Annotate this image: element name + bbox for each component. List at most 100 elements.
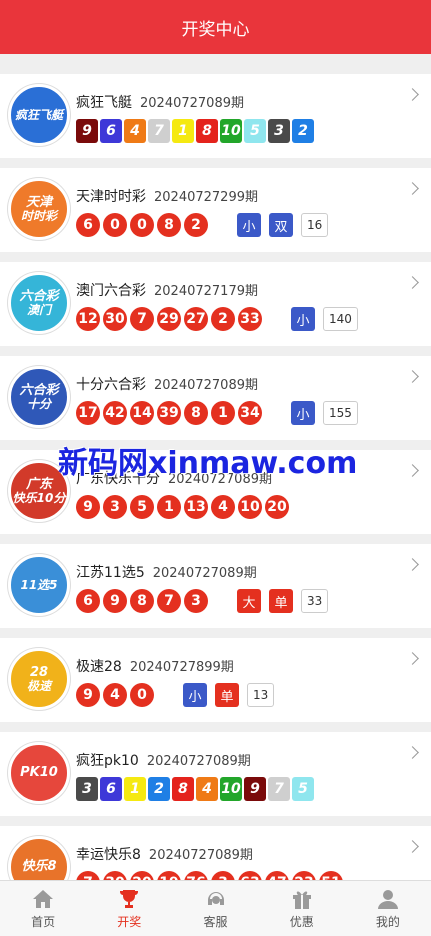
result-tag: 小 xyxy=(237,213,261,237)
lottery-card[interactable]: 疯狂飞艇 疯狂飞艇 20240727089期 9 6 4 7 1 8 10 5 3 2 xyxy=(0,74,431,158)
result-number: 1 xyxy=(211,401,235,425)
result-tag: 小 xyxy=(291,401,315,425)
lottery-logo: 11选5 xyxy=(8,554,70,616)
tab-label: 客服 xyxy=(203,914,228,929)
result-number: 4 xyxy=(103,683,127,707)
result-number: 6 xyxy=(100,777,122,801)
lottery-title-row: 疯狂pk10 20240727089期 xyxy=(76,750,251,770)
chevron-right-icon[interactable] xyxy=(406,88,419,101)
result-number: 10 xyxy=(220,119,242,143)
lottery-logo-line1: 广东 xyxy=(25,476,52,492)
lottery-card[interactable]: 28 极速 极速28 20240727899期 9 4 0 小单 13 xyxy=(0,638,431,722)
lottery-card[interactable]: 11选5 江苏11选5 20240727089期 6 9 8 7 3 大单 33 xyxy=(0,544,431,628)
lottery-logo-line2: 时时彩 xyxy=(20,208,57,223)
tab-label: 开奖 xyxy=(117,914,142,929)
result-number: 7 xyxy=(130,307,154,331)
chevron-right-icon[interactable] xyxy=(406,746,419,759)
chevron-right-icon[interactable] xyxy=(406,276,419,289)
result-number: 6 xyxy=(76,213,100,237)
lottery-title-row: 天津时时彩 20240727299期 xyxy=(76,186,258,206)
result-number: 9 xyxy=(244,777,266,801)
chevron-right-icon[interactable] xyxy=(406,840,419,853)
result-number: 12 xyxy=(76,307,100,331)
lottery-title-row: 幸运快乐8 20240727089期 xyxy=(76,844,253,864)
chevron-right-icon[interactable] xyxy=(406,558,419,571)
lottery-issue: 20240727089期 xyxy=(146,754,251,769)
lottery-title-row: 疯狂飞艇 20240727089期 xyxy=(76,92,244,112)
result-number: 2 xyxy=(211,307,235,331)
lottery-card[interactable]: PK10 疯狂pk10 20240727089期 3 6 1 2 8 4 10 9 7 5 xyxy=(0,732,431,816)
result-tag: 16 xyxy=(301,213,329,237)
lottery-card[interactable]: 六合彩 澳门 澳门六合彩 20240727179期 12 30 7 29 27 2 33 小 140 xyxy=(0,262,431,346)
result-number: 8 xyxy=(184,401,208,425)
tab-headset[interactable]: 客服 xyxy=(172,881,258,936)
tab-user[interactable]: 我的 xyxy=(345,881,431,936)
lottery-card[interactable]: 天津 时时彩 天津时时彩 20240727299期 6 0 0 8 2 小双 16 xyxy=(0,168,431,252)
result-tag: 单 xyxy=(269,589,293,613)
home-icon xyxy=(31,888,55,910)
result-number: 8 xyxy=(157,213,181,237)
lottery-issue: 20240727089期 xyxy=(152,566,257,581)
result-number: 7 xyxy=(268,777,290,801)
user-icon xyxy=(376,888,400,910)
lottery-logo-line1: 28 xyxy=(29,664,49,680)
chevron-right-icon[interactable] xyxy=(406,652,419,665)
result-number: 10 xyxy=(220,777,242,801)
lottery-issue: 20240727089期 xyxy=(148,848,253,863)
result-number: 29 xyxy=(157,307,181,331)
lottery-name: 十分六合彩 xyxy=(76,377,146,393)
result-number: 27 xyxy=(184,307,208,331)
result-number: 3 xyxy=(103,495,127,519)
result-numbers: 6 0 0 8 2 小双 16 xyxy=(76,212,336,238)
lottery-card[interactable]: 六合彩 十分 十分六合彩 20240727089期 17 42 14 39 8 1 34 小 155 xyxy=(0,356,431,440)
page-header: 开奖中心 xyxy=(0,0,431,54)
trophy-icon xyxy=(117,888,141,910)
lottery-name: 幸运快乐8 xyxy=(76,847,141,863)
bottom-tab-bar: 首页 开奖 客服 优惠 我的 xyxy=(0,880,431,936)
result-number: 5 xyxy=(130,495,154,519)
chevron-right-icon[interactable] xyxy=(406,182,419,195)
lottery-name: 极速28 xyxy=(76,659,122,675)
result-number: 30 xyxy=(103,307,127,331)
result-number: 39 xyxy=(157,401,181,425)
chevron-right-icon[interactable] xyxy=(406,464,419,477)
lottery-logo-line1: PK10 xyxy=(20,765,58,781)
lottery-logo-line1: 天津 xyxy=(25,194,52,210)
chevron-right-icon[interactable] xyxy=(406,370,419,383)
lottery-title-row: 江苏11选5 20240727089期 xyxy=(76,562,257,582)
tab-gift[interactable]: 优惠 xyxy=(259,881,345,936)
result-number: 7 xyxy=(148,119,170,143)
result-tag: 小 xyxy=(291,307,315,331)
result-number: 9 xyxy=(103,589,127,613)
lottery-logo: 疯狂飞艇 xyxy=(8,84,70,146)
result-number: 4 xyxy=(124,119,146,143)
lottery-name: 疯狂飞艇 xyxy=(76,95,132,111)
lottery-logo: 六合彩 十分 xyxy=(8,366,70,428)
result-number: 2 xyxy=(184,213,208,237)
result-numbers: 6 9 8 7 3 大单 33 xyxy=(76,588,336,614)
lottery-logo-line1: 快乐8 xyxy=(21,859,57,875)
lottery-issue: 20240727899期 xyxy=(129,660,234,675)
lottery-name: 澳门六合彩 xyxy=(76,283,146,299)
watermark: 新码网xinmaw.com xyxy=(58,446,358,481)
result-tag: 140 xyxy=(323,307,358,331)
result-number: 2 xyxy=(148,777,170,801)
tab-home[interactable]: 首页 xyxy=(0,881,86,936)
result-number: 3 xyxy=(76,777,98,801)
tab-trophy[interactable]: 开奖 xyxy=(86,881,172,936)
result-number: 3 xyxy=(268,119,290,143)
lottery-logo-line2: 快乐10分 xyxy=(12,490,66,505)
gift-icon xyxy=(290,888,314,910)
result-number: 8 xyxy=(172,777,194,801)
result-number: 0 xyxy=(130,683,154,707)
lottery-logo-line1: 六合彩 xyxy=(19,382,59,398)
result-tag: 13 xyxy=(247,683,275,707)
result-numbers: 9 3 5 1 13 4 10 20 xyxy=(76,494,292,520)
result-number: 4 xyxy=(196,777,218,801)
lottery-logo-line2: 极速 xyxy=(26,678,51,693)
result-number: 0 xyxy=(103,213,127,237)
result-number: 42 xyxy=(103,401,127,425)
lottery-title-row: 极速28 20240727899期 xyxy=(76,656,234,676)
lottery-logo: 天津 时时彩 xyxy=(8,178,70,240)
page-title: 开奖中心 xyxy=(181,19,250,40)
